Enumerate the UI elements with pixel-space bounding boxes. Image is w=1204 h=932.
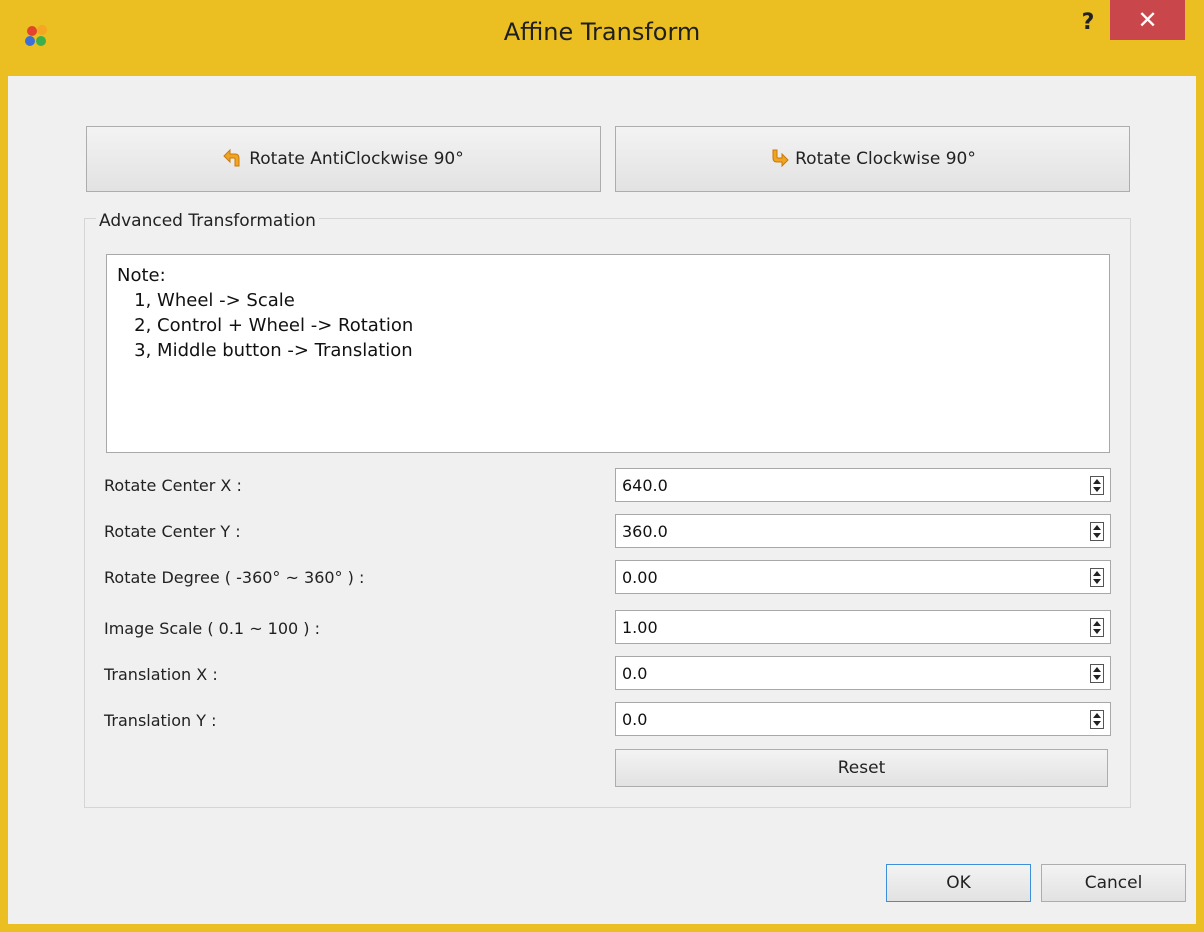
translation-y-value: 0.0: [622, 710, 648, 729]
image-scale-spinbox[interactable]: 1.00: [615, 610, 1111, 644]
spin-arrows-icon[interactable]: [1090, 568, 1104, 587]
rotate-degree-value: 0.00: [622, 568, 658, 587]
rotate-clockwise-button[interactable]: Rotate Clockwise 90°: [615, 126, 1130, 192]
advanced-transformation-title: Advanced Transformation: [96, 211, 319, 231]
close-button[interactable]: ✕: [1110, 0, 1185, 40]
image-scale-label: Image Scale ( 0.1 ~ 100 ) :: [104, 619, 321, 638]
spin-arrows-icon[interactable]: [1090, 710, 1104, 729]
translation-x-label: Translation X :: [104, 665, 218, 684]
rotate-anticlockwise-button[interactable]: Rotate AntiClockwise 90°: [86, 126, 601, 192]
spin-arrows-icon[interactable]: [1090, 664, 1104, 683]
translation-x-spinbox[interactable]: 0.0: [615, 656, 1111, 690]
rotate-center-x-spinbox[interactable]: 640.0: [615, 468, 1111, 502]
rotate-center-y-spinbox[interactable]: 360.0: [615, 514, 1111, 548]
image-scale-value: 1.00: [622, 618, 658, 637]
rotate-anticlockwise-label: Rotate AntiClockwise 90°: [249, 149, 464, 169]
rotate-center-y-label: Rotate Center Y :: [104, 522, 241, 541]
spin-arrows-icon[interactable]: [1090, 522, 1104, 541]
cancel-button[interactable]: Cancel: [1041, 864, 1186, 902]
rotate-center-x-label: Rotate Center X :: [104, 476, 242, 495]
note-textbox[interactable]: Note: 1, Wheel -> Scale 2, Control + Whe…: [106, 254, 1110, 453]
ok-button[interactable]: OK: [886, 864, 1031, 902]
help-button[interactable]: ?: [1075, 10, 1101, 40]
rotate-center-y-value: 360.0: [622, 522, 668, 541]
spin-arrows-icon[interactable]: [1090, 476, 1104, 495]
title-bar[interactable]: Affine Transform ? ✕: [0, 0, 1204, 76]
note-line: 3, Middle button -> Translation: [117, 340, 413, 361]
rotate-right-icon: [772, 149, 789, 168]
rotate-center-x-value: 640.0: [622, 476, 668, 495]
note-line: 1, Wheel -> Scale: [117, 290, 295, 311]
translation-y-label: Translation Y :: [104, 711, 217, 730]
note-line: 2, Control + Wheel -> Rotation: [117, 315, 414, 336]
rotate-left-icon: [223, 149, 240, 167]
note-line: Note:: [117, 265, 166, 286]
rotate-clockwise-label: Rotate Clockwise 90°: [795, 149, 976, 169]
window-title: Affine Transform: [503, 18, 701, 46]
affine-transform-window: Affine Transform ? ✕ Rotate AntiClockwis…: [0, 0, 1204, 932]
translation-y-spinbox[interactable]: 0.0: [615, 702, 1111, 736]
dialog-body: Rotate AntiClockwise 90° Rotate Clockwis…: [8, 76, 1196, 924]
rotate-degree-label: Rotate Degree ( -360° ~ 360° ) :: [104, 568, 365, 587]
reset-button[interactable]: Reset: [615, 749, 1108, 787]
rotate-degree-spinbox[interactable]: 0.00: [615, 560, 1111, 594]
translation-x-value: 0.0: [622, 664, 648, 683]
spin-arrows-icon[interactable]: [1090, 618, 1104, 637]
